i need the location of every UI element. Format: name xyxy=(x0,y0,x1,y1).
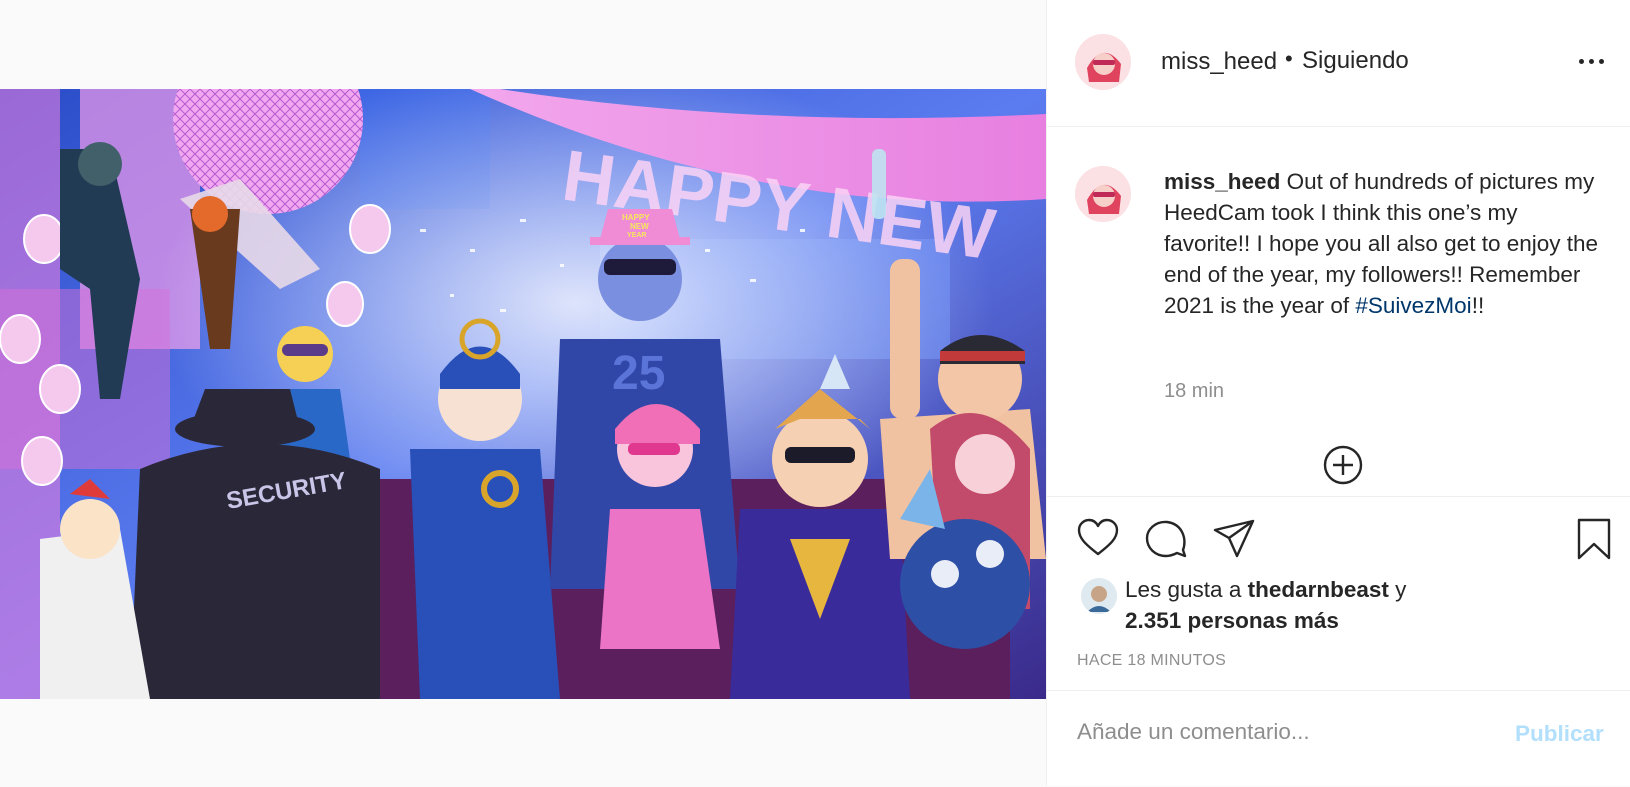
hashtag-link[interactable]: #SuivezMoi xyxy=(1355,293,1471,318)
liker-avatar[interactable] xyxy=(1081,578,1117,614)
author-username[interactable]: miss_heed xyxy=(1161,48,1277,76)
comment-input[interactable] xyxy=(1075,711,1479,753)
hat-text-1: HAPPY xyxy=(622,213,650,222)
likes-count[interactable]: 2.351 personas más xyxy=(1125,608,1339,634)
caption-username[interactable]: miss_heed xyxy=(1164,169,1280,194)
post-timestamp[interactable]: HACE 18 MINUTOS xyxy=(1077,652,1226,670)
liker-username[interactable]: thedarnbeast xyxy=(1248,577,1389,602)
jersey-text: 25 xyxy=(612,347,665,400)
paper-plane-icon[interactable] xyxy=(1211,516,1257,562)
media-pane: HAPPY NEW VIP xyxy=(0,0,1046,786)
likes-conj: y xyxy=(1388,577,1407,602)
hat-text-2: NEW xyxy=(630,222,649,231)
action-bar xyxy=(1047,516,1630,566)
caption-avatar[interactable] xyxy=(1075,166,1131,222)
plus-circle-icon[interactable] xyxy=(1323,445,1363,485)
post-image[interactable]: HAPPY NEW VIP xyxy=(0,89,1046,699)
caption-time: 18 min xyxy=(1164,380,1225,402)
divider xyxy=(1047,496,1630,497)
more-horizontal-icon[interactable] xyxy=(1577,54,1607,68)
likes-prefix: Les gusta a xyxy=(1125,577,1248,602)
following-button[interactable]: Siguiendo xyxy=(1302,47,1409,75)
post-sidebar: miss_heed • Siguiendo miss_heed Out of h… xyxy=(1046,0,1630,786)
author-avatar[interactable] xyxy=(1075,34,1131,90)
caption-trailing: !! xyxy=(1471,293,1485,318)
comment-bar: Publicar xyxy=(1047,690,1630,787)
separator-dot: • xyxy=(1285,46,1293,71)
post-header: miss_heed • Siguiendo xyxy=(1047,0,1630,127)
heart-icon[interactable] xyxy=(1075,516,1121,562)
hat-text-3: YEAR xyxy=(627,232,646,239)
comment-icon[interactable] xyxy=(1143,516,1189,562)
post-caption: miss_heed Out of hundreds of pictures my… xyxy=(1164,166,1604,321)
likes-line: Les gusta a thedarnbeast y xyxy=(1125,577,1406,603)
publish-button[interactable]: Publicar xyxy=(1515,721,1604,747)
bookmark-icon[interactable] xyxy=(1571,516,1617,562)
